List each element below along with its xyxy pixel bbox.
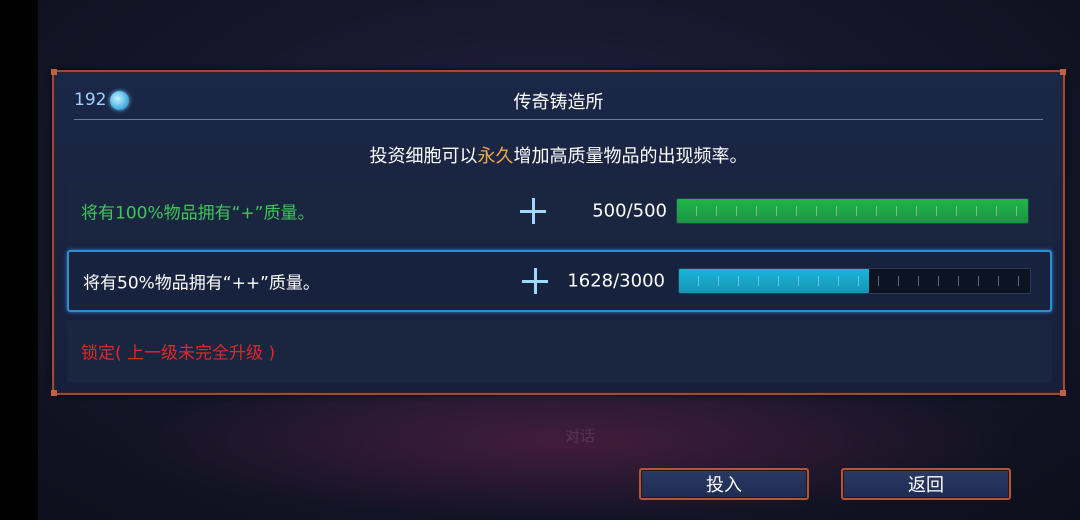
progress-bar bbox=[678, 268, 1031, 294]
legendary-forge-panel: 192 传奇铸造所 投资细胞可以永久增加高质量物品的出现频率。 将有100%物品… bbox=[51, 69, 1066, 396]
upgrade-description: 将有100%物品拥有“+”质量。 bbox=[81, 203, 315, 224]
plus-icon[interactable] bbox=[522, 268, 548, 294]
background-hint-text: 对话 bbox=[565, 427, 596, 445]
plus-icon[interactable] bbox=[520, 198, 546, 224]
title-divider bbox=[74, 119, 1043, 120]
progress-ticks bbox=[677, 199, 1028, 223]
panel-corner bbox=[51, 69, 57, 75]
upgrade-row-plus[interactable]: 将有100%物品拥有“+”质量。 500/500 bbox=[67, 180, 1052, 242]
subtitle-highlight: 永久 bbox=[477, 146, 514, 167]
invest-count: 1628/3000 bbox=[567, 270, 665, 292]
locked-message: 锁定( 上一级未完全升级 ) bbox=[81, 343, 276, 364]
upgrade-description: 将有50%物品拥有“++”质量。 bbox=[83, 273, 320, 294]
panel-corner bbox=[51, 390, 57, 396]
upgrade-row-locked: 锁定( 上一级未完全升级 ) bbox=[67, 320, 1052, 382]
subtitle-text: 投资细胞可以 bbox=[369, 146, 478, 167]
panel-corner bbox=[1060, 390, 1066, 396]
background-glow bbox=[120, 390, 1020, 520]
upgrade-row-plus-plus[interactable]: 将有50%物品拥有“++”质量。 1628/3000 bbox=[67, 250, 1052, 312]
invest-button[interactable]: 投入 bbox=[639, 468, 809, 500]
invest-count: 500/500 bbox=[592, 200, 667, 222]
back-button[interactable]: 返回 bbox=[841, 468, 1011, 500]
progress-ticks bbox=[679, 269, 1030, 293]
screen-left-edge bbox=[0, 0, 38, 520]
subtitle-text: 增加高质量物品的出现频率。 bbox=[513, 146, 748, 167]
panel-corner bbox=[1060, 69, 1066, 75]
progress-bar bbox=[676, 198, 1029, 224]
panel-subtitle: 投资细胞可以永久增加高质量物品的出现频率。 bbox=[54, 142, 1063, 168]
panel-title: 传奇铸造所 bbox=[513, 92, 604, 113]
